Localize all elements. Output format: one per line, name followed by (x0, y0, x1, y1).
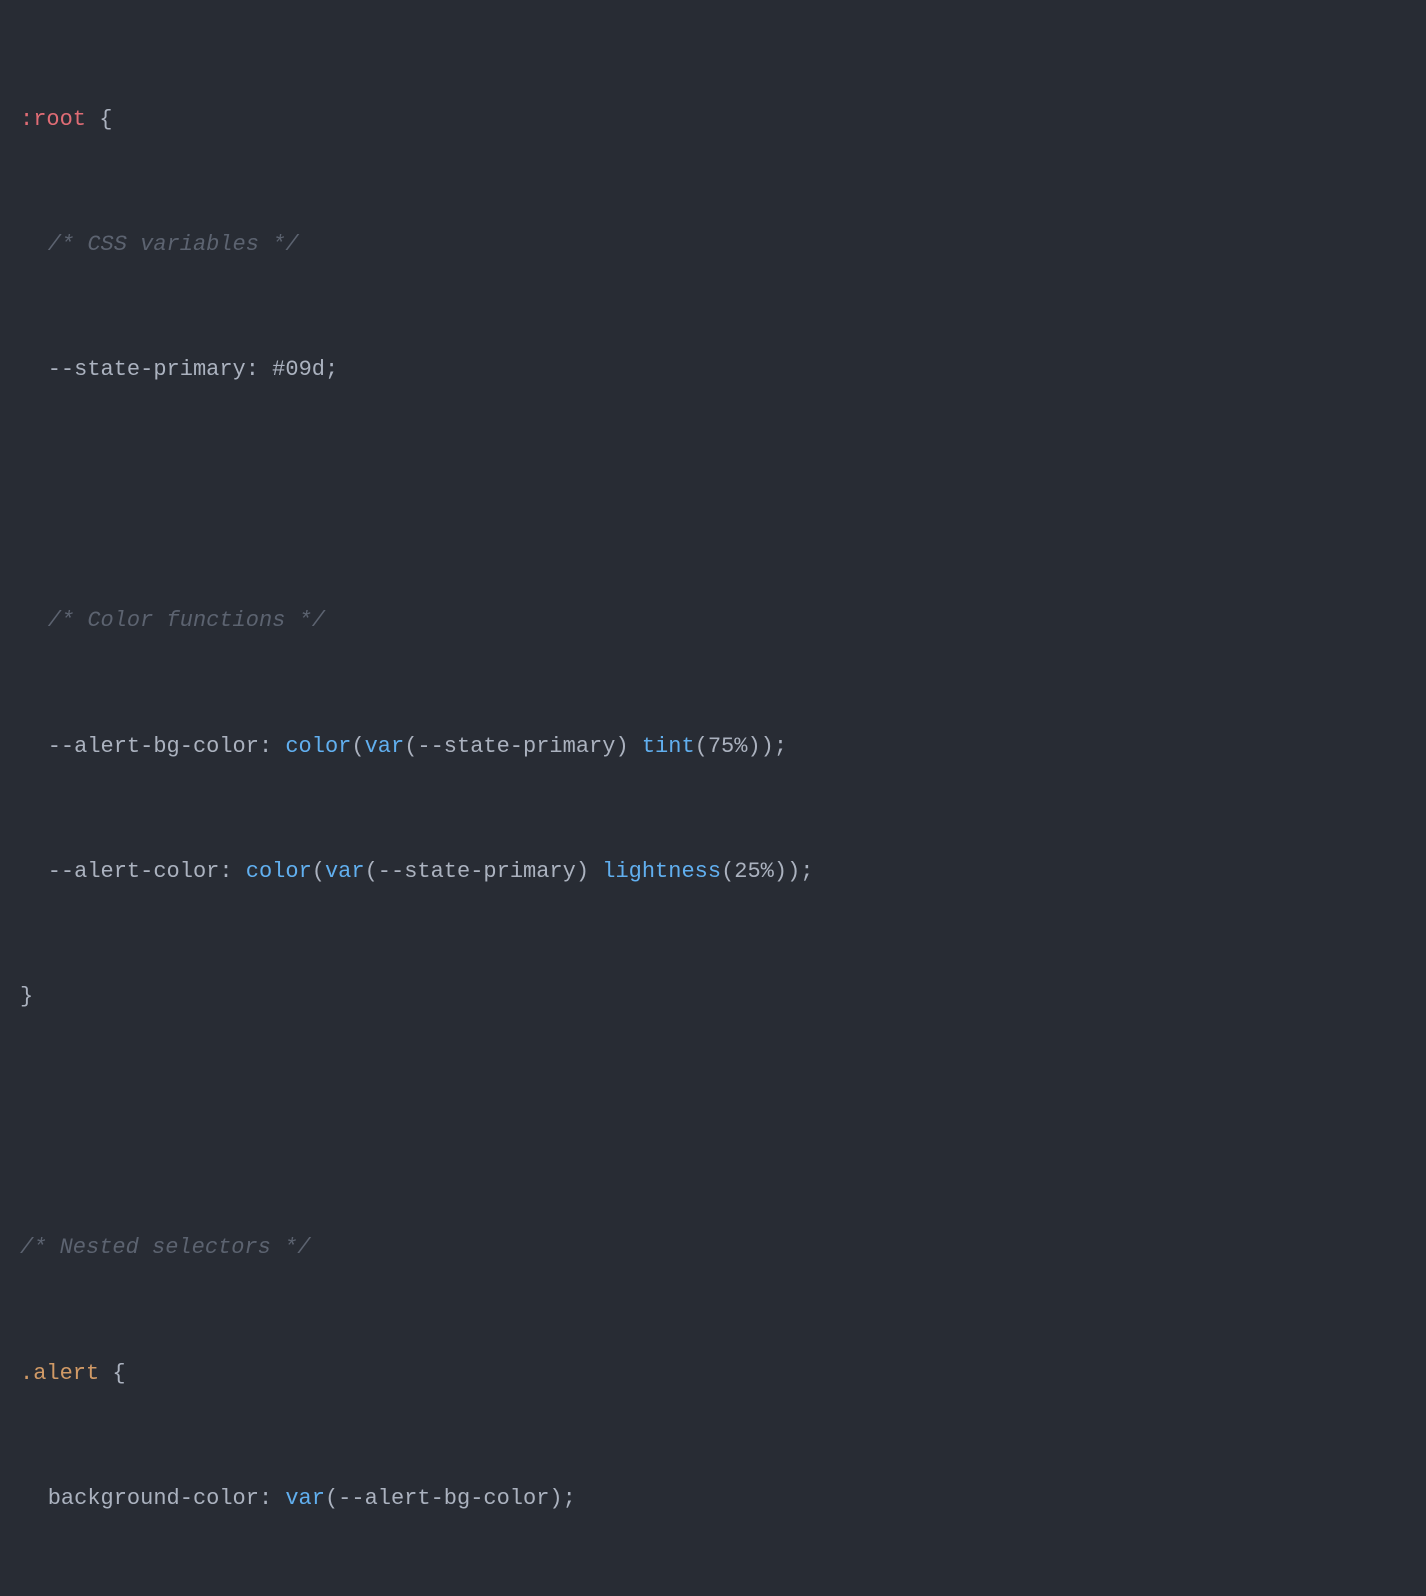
code-line: --alert-bg-color: color(var(--state-prim… (20, 726, 1406, 768)
css-property: --alert-color (48, 859, 220, 884)
paren: )) (747, 734, 773, 759)
colon: : (259, 1486, 285, 1511)
code-editor[interactable]: :root { /* CSS variables */ --state-prim… (20, 15, 1406, 1596)
paren: )) (774, 859, 800, 884)
css-arg: 75% (708, 734, 748, 759)
code-line: /* CSS variables */ (20, 224, 1406, 266)
semicolon: ; (563, 1486, 576, 1511)
brace: } (20, 984, 33, 1009)
css-comment: /* CSS variables */ (48, 232, 299, 257)
css-comment: /* Nested selectors */ (20, 1235, 310, 1260)
code-line: /* Color functions */ (20, 600, 1406, 642)
paren: ( (365, 859, 378, 884)
code-line: --state-primary: #09d; (20, 349, 1406, 391)
code-line: .alert { (20, 1353, 1406, 1395)
css-property: --state-primary (48, 357, 246, 382)
css-function: color (246, 859, 312, 884)
semicolon: ; (774, 734, 787, 759)
css-function: lightness (602, 859, 721, 884)
css-property: --alert-bg-color (48, 734, 259, 759)
paren: ) (615, 734, 641, 759)
css-function: var (365, 734, 405, 759)
colon: : (259, 734, 285, 759)
code-line: } (20, 976, 1406, 1018)
css-value: #09d (272, 357, 325, 382)
blank-line (20, 1102, 1406, 1144)
paren: ( (312, 859, 325, 884)
paren: ) (549, 1486, 562, 1511)
colon: : (246, 357, 272, 382)
brace: { (99, 1361, 125, 1386)
blank-line (20, 475, 1406, 517)
css-function: var (285, 1486, 325, 1511)
css-selector: :root (20, 107, 86, 132)
code-line: background-color: var(--alert-bg-color); (20, 1478, 1406, 1520)
css-function: tint (642, 734, 695, 759)
css-arg: --state-primary (417, 734, 615, 759)
paren: ) (576, 859, 602, 884)
paren: ( (721, 859, 734, 884)
paren: ( (351, 734, 364, 759)
css-function: var (325, 859, 365, 884)
paren: ( (695, 734, 708, 759)
css-arg: --state-primary (378, 859, 576, 884)
css-arg: 25% (734, 859, 774, 884)
css-class-selector: .alert (20, 1361, 99, 1386)
colon: : (219, 859, 245, 884)
semicolon: ; (325, 357, 338, 382)
css-property: background-color (48, 1486, 259, 1511)
paren: ( (325, 1486, 338, 1511)
css-function: color (285, 734, 351, 759)
brace: { (86, 107, 112, 132)
semicolon: ; (800, 859, 813, 884)
css-comment: /* Color functions */ (48, 608, 325, 633)
code-line: --alert-color: color(var(--state-primary… (20, 851, 1406, 893)
css-arg: --alert-bg-color (338, 1486, 549, 1511)
paren: ( (404, 734, 417, 759)
code-line: /* Nested selectors */ (20, 1227, 1406, 1269)
code-line: :root { (20, 99, 1406, 141)
